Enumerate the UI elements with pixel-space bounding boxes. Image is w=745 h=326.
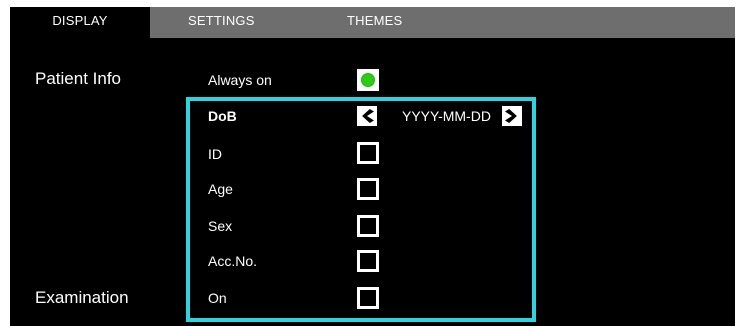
figure-code: 9588-04	[705, 258, 720, 306]
section-label-patient-info: Patient Info	[35, 69, 122, 88]
tab-settings[interactable]: SETTINGS	[188, 7, 255, 38]
tab-display[interactable]: DISPLAY	[10, 7, 150, 38]
display-screen: DISPLAY SETTINGS THEMES Patient Info Exa…	[10, 7, 735, 326]
highlight-frame	[186, 97, 536, 322]
checked-indicator-icon	[361, 73, 375, 87]
always-on-label: Always on	[208, 72, 272, 88]
tab-themes[interactable]: THEMES	[347, 7, 402, 38]
section-label-examination: Examination	[35, 288, 129, 307]
tab-bar: DISPLAY SETTINGS THEMES	[10, 7, 735, 38]
always-on-checkbox[interactable]	[357, 69, 379, 91]
